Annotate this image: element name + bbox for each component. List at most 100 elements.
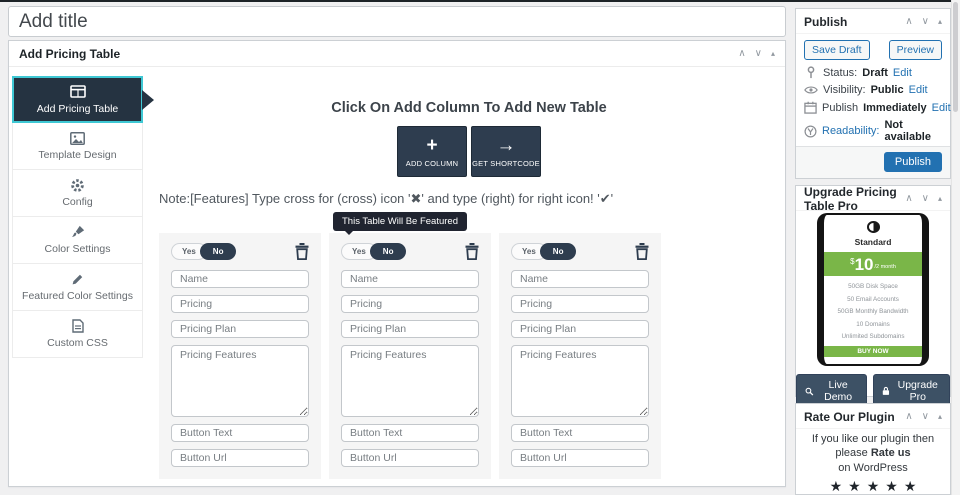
pricing-columns: Yes No Name Pricing Pricing Plan Pricing… (159, 233, 779, 479)
tab-add-pricing-table[interactable]: Add Pricing Table (12, 76, 154, 123)
featured-tooltip: This Table Will Be Featured (333, 212, 467, 235)
tab-template-design[interactable]: Template Design (12, 123, 143, 170)
delete-column-button[interactable] (635, 243, 649, 261)
features-note: Note:[Features] Type cross for (cross) i… (159, 191, 614, 206)
metabox-title: Add Pricing Table (19, 46, 121, 61)
tab-config[interactable]: Config (12, 170, 143, 217)
scrollbar[interactable] (951, 0, 960, 495)
move-down-icon[interactable]: ∨ (922, 194, 929, 204)
button-text-input[interactable] (341, 424, 479, 442)
plugin-tabs: Add Pricing Table Template Design Config… (12, 76, 154, 358)
featured-toggle: Yes No (511, 243, 577, 260)
admin-bar-edge (0, 0, 960, 2)
name-input[interactable] (511, 270, 649, 288)
plan-name: Standard (854, 236, 892, 247)
rate-box-title: Rate Our Plugin (804, 410, 895, 424)
button-text-input[interactable] (511, 424, 649, 442)
add-column-heading: Click On Add Column To Add New Table (331, 100, 607, 116)
tab-color-settings[interactable]: Color Settings (12, 217, 143, 264)
pricing-input[interactable] (511, 295, 649, 313)
save-draft-button[interactable]: Save Draft (804, 40, 870, 60)
edit-visibility-link[interactable]: Edit (909, 84, 928, 96)
move-down-icon[interactable]: ∨ (922, 412, 929, 422)
arrow-right-icon: → (496, 134, 516, 156)
pricing-features-textarea[interactable] (341, 345, 479, 417)
tab-label: Custom CSS (47, 337, 108, 349)
paint-brush-icon (71, 225, 85, 239)
move-down-icon[interactable]: ∨ (755, 48, 762, 59)
toggle-no-button[interactable]: No (539, 243, 577, 260)
star-icon: ★ (866, 477, 880, 494)
eye-icon (804, 85, 818, 95)
button-url-input[interactable] (341, 449, 479, 467)
get-shortcode-button[interactable]: → GET SHORTCODE (471, 126, 541, 177)
toggle-no-button[interactable]: No (369, 243, 407, 260)
metabox-header: Add Pricing Table ∧ ∨ ▴ (9, 41, 785, 67)
tab-content-area: Click On Add Column To Add New Table + A… (159, 66, 779, 484)
tab-label: Color Settings (44, 243, 111, 255)
pricing-plan-input[interactable] (511, 320, 649, 338)
pricing-column-1: Yes No (159, 233, 321, 479)
name-input[interactable] (171, 270, 309, 288)
pricing-features-textarea[interactable] (511, 345, 649, 417)
add-column-button[interactable]: + ADD COLUMN (397, 126, 467, 177)
trash-icon (635, 243, 649, 261)
pricing-plan-input[interactable] (341, 320, 479, 338)
readability-row: Readability: Not available (804, 119, 942, 143)
pencil-icon (71, 272, 84, 286)
post-title-input[interactable] (8, 6, 786, 37)
tab-label: Add Pricing Table (36, 102, 119, 115)
schedule-row: Publish Immediately Edit (804, 101, 951, 114)
pricing-input[interactable] (341, 295, 479, 313)
add-pricing-table-metabox: Add Pricing Table ∧ ∨ ▴ Add Pricing Tabl… (8, 40, 786, 487)
tab-label: Template Design (38, 149, 117, 161)
tab-featured-color-settings[interactable]: Featured Color Settings (12, 264, 143, 311)
pro-box-title: Upgrade Pricing Table Pro (804, 185, 897, 213)
move-up-icon[interactable]: ∧ (905, 194, 912, 204)
publish-box-title: Publish (804, 15, 848, 29)
star-icon: ★ (885, 477, 898, 494)
move-up-icon[interactable]: ∧ (905, 17, 912, 27)
table-icon (69, 85, 86, 99)
collapse-toggle-icon[interactable]: ▴ (938, 413, 942, 421)
star-icon: ★ (829, 477, 843, 494)
publish-button[interactable]: Publish (883, 152, 942, 172)
gear-icon (70, 178, 85, 192)
collapse-toggle-icon[interactable]: ▴ (938, 18, 942, 26)
edit-status-link[interactable]: Edit (893, 67, 912, 79)
move-up-icon[interactable]: ∧ (905, 412, 912, 422)
move-down-icon[interactable]: ∨ (922, 17, 929, 27)
collapse-toggle-icon[interactable]: ▴ (938, 195, 942, 203)
rate-message: If you like our plugin then please Rate … (811, 433, 935, 474)
plan-feature: Unlimited Subdomains (841, 333, 905, 341)
star-rating: ★ ★ ★ ★ ★ (796, 478, 950, 495)
button-url-input[interactable] (171, 449, 309, 467)
star-icon: ★ (903, 477, 917, 494)
publish-box: Publish ∧ ∨ ▴ Save Draft Preview Status:… (795, 8, 951, 179)
toggle-no-button[interactable]: No (199, 243, 237, 260)
visibility-row: Visibility: Public Edit (804, 84, 942, 96)
delete-column-button[interactable] (465, 243, 479, 261)
buy-now-button: BUY NOW (824, 345, 922, 357)
status-row: Status: Draft Edit (804, 66, 942, 79)
pricing-plan-input[interactable] (171, 320, 309, 338)
image-icon (70, 131, 85, 145)
featured-toggle: Yes No (341, 243, 407, 260)
star-icon: ★ (848, 477, 861, 494)
pricing-input[interactable] (171, 295, 309, 313)
collapse-toggle-icon[interactable]: ▴ (771, 49, 775, 58)
button-text-input[interactable] (171, 424, 309, 442)
price-banner: $ 10 /2 month (824, 251, 922, 277)
edit-schedule-link[interactable]: Edit (932, 102, 951, 114)
tab-custom-css[interactable]: Custom CSS (12, 311, 143, 358)
featured-toggle: Yes No (171, 243, 237, 260)
button-url-input[interactable] (511, 449, 649, 467)
pricing-column-3: Yes No (499, 233, 661, 479)
delete-column-button[interactable] (295, 243, 309, 261)
scrollbar-thumb[interactable] (953, 2, 958, 112)
name-input[interactable] (341, 270, 479, 288)
pricing-column-2: Yes No (329, 233, 491, 479)
pricing-features-textarea[interactable] (171, 345, 309, 417)
preview-button[interactable]: Preview (888, 40, 942, 60)
move-up-icon[interactable]: ∧ (738, 48, 745, 59)
